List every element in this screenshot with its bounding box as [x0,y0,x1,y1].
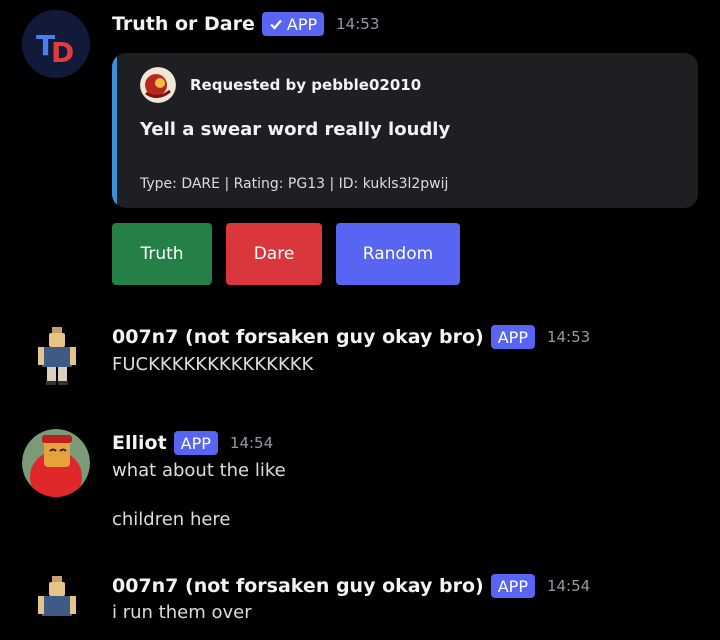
app-badge-label: APP [286,14,318,34]
embed-accent-bar [112,53,117,208]
svg-text:D: D [51,36,74,69]
message-header: 007n7 (not forsaken guy okay bro) APP 14… [112,323,590,351]
timestamp: 14:54 [229,434,274,452]
td-logo-icon: T D [22,10,90,78]
embed-author: Requested by pebble02010 [140,67,421,103]
message-header: Elliot APP 14:54 [112,429,273,457]
embed-author-name: Requested by pebble02010 [190,76,422,94]
embed-footer: Type: DARE | Rating: PG13 | ID: kukls3l2… [140,176,449,192]
embed-description: Yell a swear word really loudly [140,119,451,140]
requester-avatar-icon [140,67,176,103]
avatar-007n7[interactable] [34,574,80,636]
app-badge: APP [490,574,535,598]
avatar-truth-or-dare[interactable]: T D [22,10,90,78]
app-badge: APP [173,431,218,455]
username[interactable]: 007n7 (not forsaken guy okay bro) [112,326,484,348]
username[interactable]: Elliot [112,432,167,454]
elliot-avatar-icon [22,429,90,497]
message-text: children here [112,509,231,530]
random-button[interactable]: Random [336,223,460,285]
dare-embed: Requested by pebble02010 Yell a swear wo… [112,53,698,208]
check-icon [270,19,282,30]
avatar-elliot[interactable] [22,429,90,497]
message-text: what about the like [112,460,286,481]
roblox-avatar-icon [38,576,76,616]
app-badge: APP [490,325,535,349]
message-header: 007n7 (not forsaken guy okay bro) APP 14… [112,572,590,600]
message-text: FUCKKKKKKKKKKKKKK [112,354,314,375]
roblox-avatar-icon [38,327,76,385]
avatar-007n7[interactable] [34,325,80,387]
username[interactable]: Truth or Dare [112,13,255,35]
app-badge: APP [261,12,325,36]
username[interactable]: 007n7 (not forsaken guy okay bro) [112,575,484,597]
truth-button[interactable]: Truth [112,223,212,285]
timestamp: 14:53 [546,328,591,346]
timestamp: 14:54 [546,577,591,595]
message-header: Truth or Dare APP 14:53 [112,10,379,38]
timestamp: 14:53 [336,15,380,33]
dare-button[interactable]: Dare [226,223,322,285]
